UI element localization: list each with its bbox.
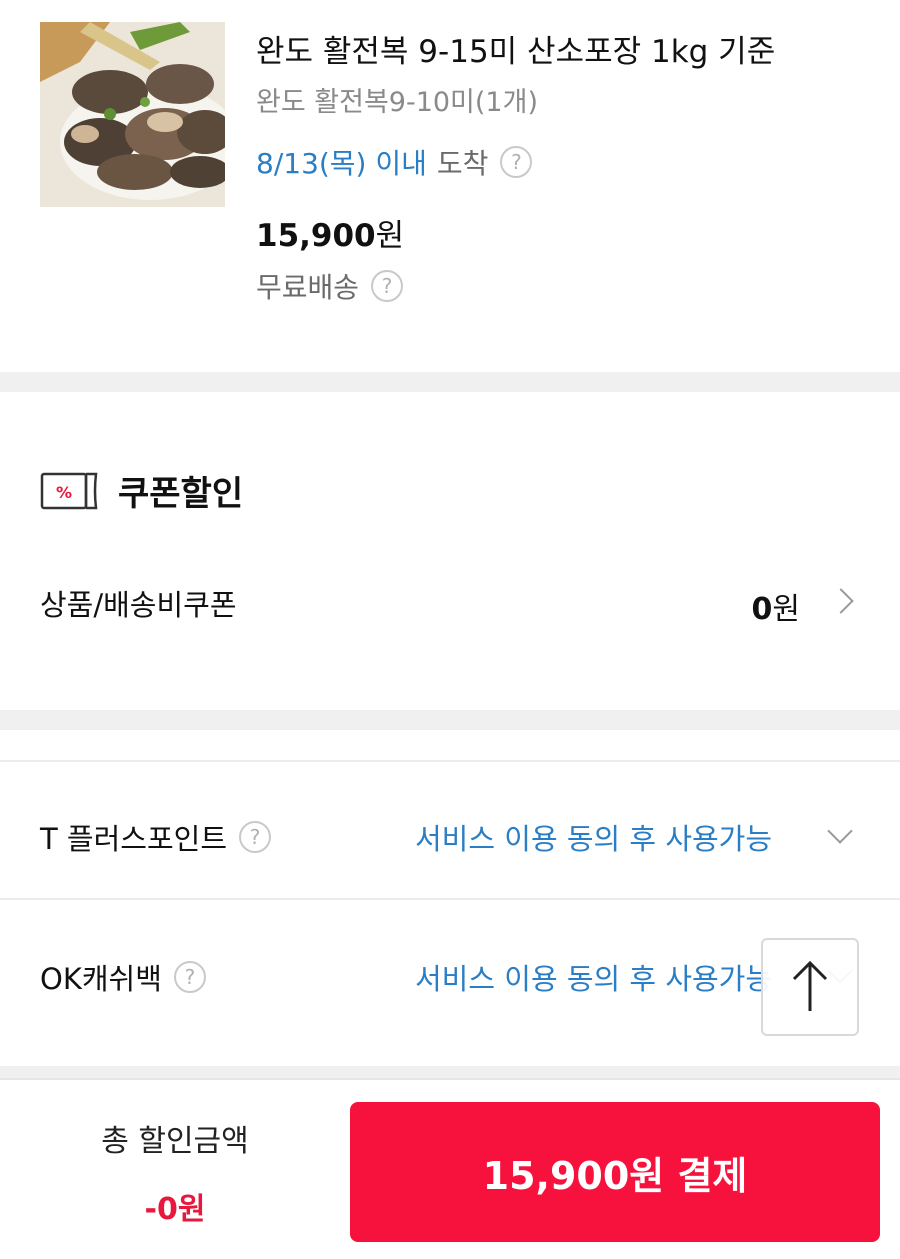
payment-bar: 총 할인금액 -0원 15,900원 결제 [0, 1078, 900, 1259]
section-divider [0, 710, 900, 730]
divider [0, 760, 900, 762]
pay-button[interactable]: 15,900원 결제 [350, 1102, 880, 1242]
coupon-icon: % [40, 472, 98, 509]
product-section: 완도 활전복 9-15미 산소포장 1kg 기준 완도 활전복9-10미(1개)… [0, 0, 900, 372]
total-discount-label: 총 할인금액 [101, 1124, 249, 1159]
okcashbag-label: OK캐쉬백 [40, 962, 162, 996]
price-number: 15,900 [256, 218, 376, 254]
help-circle-icon[interactable]: ? [173, 961, 206, 993]
chevron-right-icon[interactable] [828, 588, 854, 614]
scroll-top-button[interactable] [761, 938, 859, 1036]
coupon-title: 쿠폰할인 [118, 474, 244, 514]
chevron-down-icon[interactable] [827, 818, 853, 844]
price-unit: 원 [375, 218, 405, 254]
coupon-icon-text: % [56, 483, 72, 502]
product-price: 15,900원 [256, 210, 404, 255]
okcashbag-row: OK캐쉬백 ? [40, 956, 206, 998]
total-discount-value: -0원 [144, 1192, 206, 1227]
tplus-point-row: T 플러스포인트 ? [40, 816, 272, 858]
coupon-row-label[interactable]: 상품/배송비쿠폰 [40, 582, 237, 624]
arrow-up-icon [792, 960, 828, 1011]
section-divider [0, 372, 900, 392]
delivery-estimate: 8/13(목) 이내 도착 ? [256, 142, 533, 182]
delivery-date: 8/13(목) 이내 [256, 147, 427, 180]
coupon-value[interactable]: 0원 [752, 584, 800, 628]
help-circle-icon[interactable]: ? [239, 821, 272, 853]
tplus-point-status[interactable]: 서비스 이용 동의 후 사용가능 [415, 816, 772, 858]
help-circle-icon[interactable]: ? [371, 270, 404, 302]
shipping-info: 무료배송 ? [256, 266, 404, 306]
coupon-value-number: 0 [751, 592, 773, 627]
coupon-value-unit: 원 [772, 592, 800, 627]
shipping-label: 무료배송 [256, 271, 360, 304]
divider [0, 898, 900, 900]
okcashbag-status[interactable]: 서비스 이용 동의 후 사용가능 [415, 956, 772, 998]
tplus-point-label: T 플러스포인트 [40, 822, 228, 856]
help-circle-icon[interactable]: ? [500, 146, 533, 178]
delivery-label: 도착 [436, 147, 489, 180]
product-title[interactable]: 완도 활전복 9-15미 산소포장 1kg 기준 [256, 26, 775, 71]
coupon-section: % 쿠폰할인 상품/배송비쿠폰 0원 [0, 392, 900, 710]
section-divider [0, 1066, 900, 1078]
product-thumbnail[interactable] [40, 22, 225, 207]
product-option: 완도 활전복9-10미(1개) [256, 87, 538, 118]
coupon-header: % 쿠폰할인 [40, 466, 243, 515]
